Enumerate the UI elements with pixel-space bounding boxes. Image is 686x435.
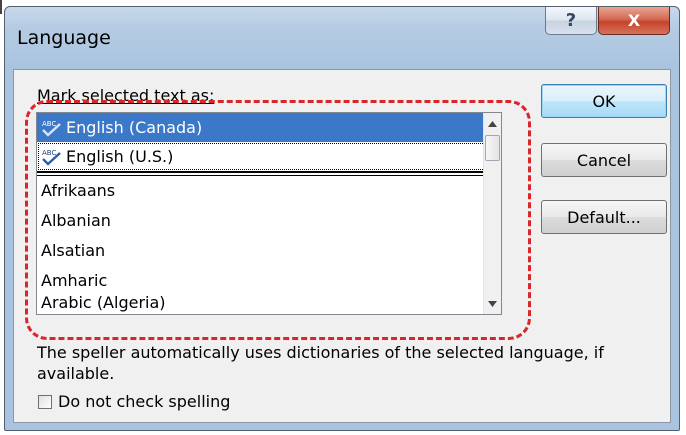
- list-item-alsatian[interactable]: Alsatian: [37, 236, 486, 265]
- abc-check-icon: ABC: [41, 118, 63, 138]
- language-listbox[interactable]: ABC English (Canada) ABC English (U.S.) …: [36, 112, 502, 315]
- ok-button[interactable]: OK: [541, 84, 667, 118]
- dialog-client-area: Mark selected text as: ABC English (Cana…: [13, 69, 671, 423]
- mark-selected-label: Mark selected text as:: [37, 86, 215, 105]
- list-item-afrikaans[interactable]: Afrikaans: [37, 176, 486, 205]
- close-button[interactable]: X: [598, 7, 670, 35]
- window-title: Language: [17, 27, 111, 49]
- scroll-up-arrow-icon[interactable]: [484, 115, 501, 132]
- language-list: ABC English (Canada) ABC English (U.S.) …: [37, 113, 486, 314]
- speller-info-text: The speller automatically uses dictionar…: [37, 343, 604, 383]
- scroll-down-arrow-icon[interactable]: [484, 295, 501, 312]
- screenshot-canvas: Language ? X Mark selected text as: ABC: [0, 0, 686, 435]
- list-item-albanian[interactable]: Albanian: [37, 206, 486, 235]
- language-label: English (U.S.): [66, 147, 174, 166]
- cancel-button[interactable]: Cancel: [541, 143, 667, 177]
- vertical-scrollbar[interactable]: [483, 113, 501, 314]
- help-icon: ?: [565, 10, 577, 31]
- edge-line: [0, 0, 2, 14]
- list-item-arabic-algeria[interactable]: Arabic (Algeria): [37, 288, 486, 314]
- language-dialog: Language ? X Mark selected text as: ABC: [4, 6, 680, 431]
- svg-text:ABC: ABC: [42, 149, 56, 157]
- default-button[interactable]: Default...: [541, 200, 667, 234]
- list-item-english-canada[interactable]: ABC English (Canada): [37, 113, 486, 142]
- abc-check-icon: ABC: [41, 147, 63, 167]
- language-label: Alsatian: [41, 241, 106, 260]
- language-label: Afrikaans: [41, 181, 116, 200]
- language-label: Arabic (Algeria): [41, 293, 166, 312]
- scroll-thumb[interactable]: [485, 135, 500, 161]
- svg-text:ABC: ABC: [42, 120, 56, 128]
- close-icon: X: [627, 11, 641, 30]
- language-label: Albanian: [41, 211, 111, 230]
- list-item-english-us[interactable]: ABC English (U.S.): [37, 142, 486, 171]
- do-not-check-spelling-checkbox[interactable]: [38, 394, 52, 409]
- do-not-check-spelling-row[interactable]: Do not check spelling: [38, 392, 230, 411]
- language-label: English (Canada): [66, 118, 203, 137]
- do-not-check-spelling-label[interactable]: Do not check spelling: [58, 392, 230, 411]
- title-bar[interactable]: Language ? X: [5, 7, 679, 69]
- help-button[interactable]: ?: [545, 7, 597, 35]
